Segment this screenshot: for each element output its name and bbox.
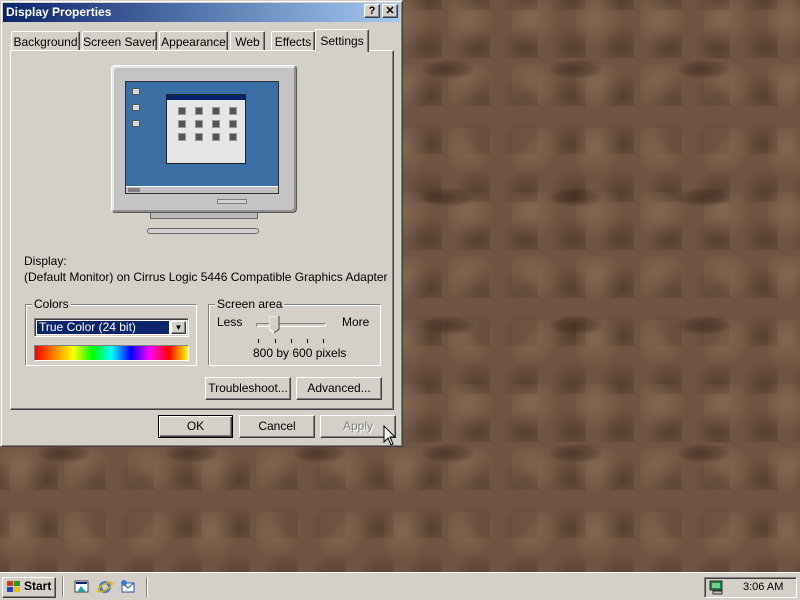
mouse-cursor-icon (383, 424, 397, 447)
quick-launch-divider (62, 577, 64, 597)
tab-label: Web (235, 35, 260, 49)
monitor-stand (150, 213, 258, 219)
tab-effects[interactable]: Effects (271, 31, 315, 51)
ok-label: OK (186, 419, 205, 433)
colors-select[interactable]: True Color (24 bit) ▼ (34, 318, 189, 337)
tab-label: Background (13, 35, 78, 49)
window-titlebar[interactable]: Display Properties (3, 3, 400, 22)
cancel-button[interactable]: Cancel (239, 415, 315, 438)
settings-panel: Display: (Default Monitor) on Cirrus Log… (10, 50, 394, 410)
windows-logo-icon (7, 581, 21, 594)
colors-group: Colors True Color (24 bit) ▼ (25, 297, 197, 366)
tab-label: Appearance (161, 35, 226, 49)
show-desktop-icon[interactable] (74, 579, 90, 595)
help-icon: ? (368, 5, 376, 17)
taskbar: Start 3:06 AM (0, 572, 800, 600)
display-label: Display: (24, 254, 67, 268)
tab-label: Settings (320, 34, 364, 48)
internet-explorer-icon[interactable] (97, 579, 113, 595)
quick-launch-divider (146, 577, 148, 597)
start-button[interactable]: Start (2, 577, 56, 598)
mini-taskbar (126, 186, 278, 193)
slider-tick (291, 339, 292, 343)
tab-screen-saver[interactable]: Screen Saver (82, 31, 157, 51)
monitor-screen (125, 81, 279, 194)
display-properties-window: Display Properties ? ✕ Background Screen… (0, 0, 403, 447)
resolution-slider-thumb[interactable] (268, 315, 280, 334)
window-title: Display Properties (6, 5, 112, 19)
close-icon: ✕ (385, 5, 395, 17)
troubleshoot-button[interactable]: Troubleshoot... (205, 377, 291, 400)
close-button[interactable]: ✕ (382, 4, 398, 18)
tab-settings[interactable]: Settings (315, 29, 369, 52)
tab-web[interactable]: Web (230, 31, 265, 51)
resolution-value: 800 by 600 pixels (253, 346, 347, 360)
mini-desktop-icon (132, 104, 140, 111)
advanced-label: Advanced... (307, 381, 371, 395)
slider-tick (275, 339, 276, 343)
chevron-down-icon[interactable]: ▼ (171, 321, 186, 334)
monitor-power-button (217, 199, 247, 204)
resolution-slider-track[interactable] (256, 323, 326, 327)
color-spectrum-bar (34, 345, 189, 361)
system-tray: 3:06 AM (704, 577, 797, 598)
slider-tick (258, 339, 259, 343)
display-settings-icon[interactable] (709, 580, 725, 595)
screen-area-legend: Screen area (215, 297, 285, 311)
tab-appearance[interactable]: Appearance (159, 31, 228, 51)
clock[interactable]: 3:06 AM (743, 581, 783, 593)
ok-button[interactable]: OK (158, 415, 233, 438)
mini-desktop-icon (132, 88, 140, 95)
monitor-preview (111, 65, 297, 213)
outlook-express-icon[interactable] (120, 579, 136, 595)
slider-less-label: Less (217, 315, 243, 329)
colors-legend: Colors (32, 297, 71, 311)
cancel-label: Cancel (258, 419, 296, 433)
advanced-button[interactable]: Advanced... (296, 377, 382, 400)
mini-explorer-window (166, 94, 246, 164)
mini-desktop-icon (132, 120, 140, 127)
tab-label: Effects (274, 35, 312, 49)
screen-area-group: Screen area Less More 800 by 600 pixels (208, 297, 381, 366)
troubleshoot-label: Troubleshoot... (208, 381, 288, 395)
tab-label: Screen Saver (83, 35, 156, 49)
colors-selected-value: True Color (24 bit) (37, 321, 169, 334)
display-adapter-text: (Default Monitor) on Cirrus Logic 5446 C… (24, 270, 388, 284)
slider-tick (323, 339, 324, 343)
monitor-base (147, 228, 259, 234)
start-label: Start (24, 579, 52, 593)
help-button[interactable]: ? (364, 4, 380, 18)
slider-tick (307, 339, 308, 343)
slider-more-label: More (342, 315, 370, 329)
apply-label: Apply (342, 419, 374, 433)
tab-background[interactable]: Background (11, 31, 80, 51)
